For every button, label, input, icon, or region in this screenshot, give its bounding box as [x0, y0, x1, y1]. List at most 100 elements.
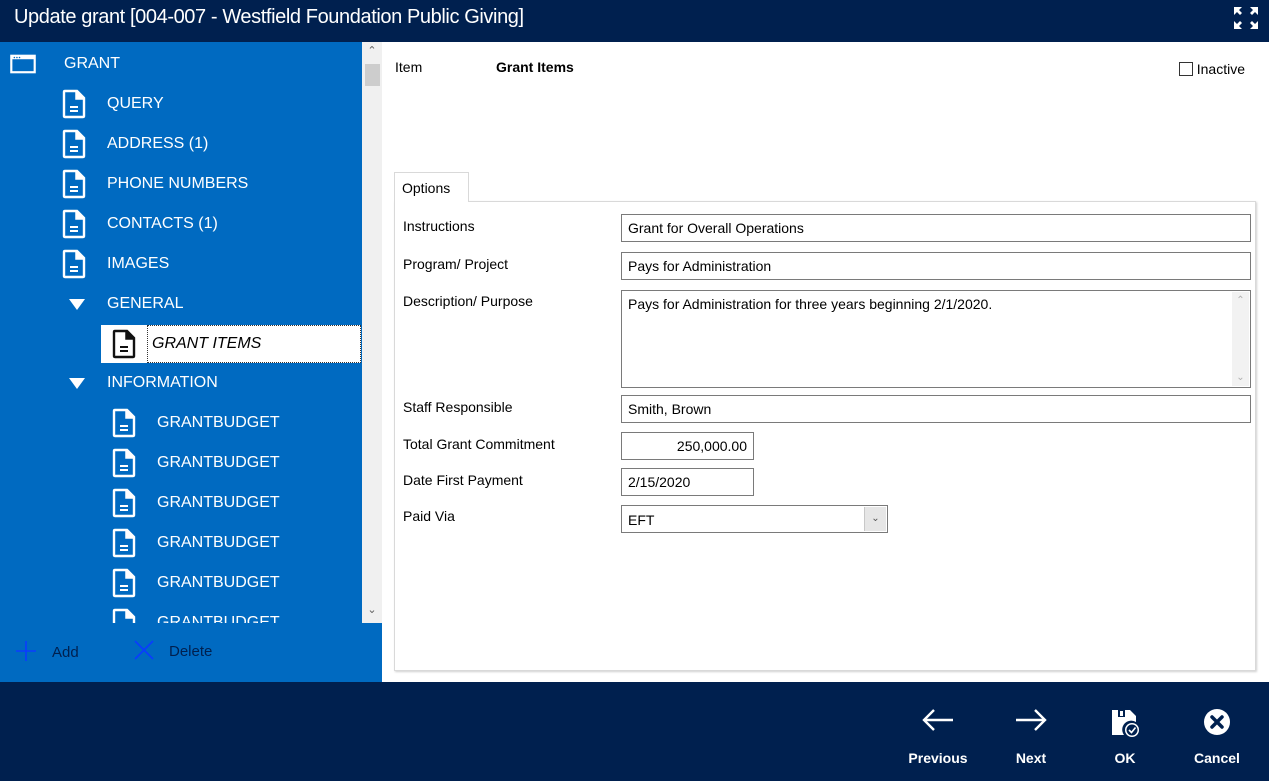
scroll-down-icon[interactable]: ⌄ — [1232, 372, 1249, 383]
item-value: Grant Items — [496, 59, 574, 75]
tree-item-label: ADDRESS (1) — [107, 135, 209, 152]
tree-item-label: GRANTBUDGET — [157, 614, 280, 623]
tree-item-grantbudget[interactable]: GRANTBUDGET — [111, 523, 280, 563]
tree-item-address[interactable]: ADDRESS (1) — [61, 124, 208, 164]
tree-item-query[interactable]: QUERY — [61, 84, 164, 124]
date-first-payment-label: Date First Payment — [403, 472, 523, 488]
maximize-icon[interactable] — [1233, 4, 1259, 32]
tree-item-label: GENERAL — [107, 295, 184, 312]
tree-item-label: GRANTBUDGET — [157, 414, 280, 431]
document-icon — [61, 209, 87, 239]
document-icon — [111, 608, 137, 623]
next-button[interactable]: Next — [996, 682, 1066, 781]
add-label: Add — [52, 644, 79, 661]
bottom-action-bar: Previous Next OK Cancel — [0, 682, 1269, 781]
cancel-circle-x-icon — [1182, 708, 1252, 738]
window-title: Update grant [004-007 - Westfield Founda… — [14, 6, 524, 28]
tree-item-images[interactable]: IMAGES — [61, 244, 169, 284]
tree-item-label: IMAGES — [107, 255, 170, 272]
staff-responsible-field[interactable]: Smith, Brown — [621, 395, 1251, 423]
previous-label: Previous — [908, 750, 968, 766]
document-icon — [61, 89, 87, 119]
date-first-payment-field[interactable]: 2/15/2020 — [621, 468, 754, 496]
document-icon — [111, 488, 137, 518]
tree-item-label: GRANTBUDGET — [157, 534, 280, 551]
document-icon — [61, 169, 87, 199]
program-project-field[interactable]: Pays for Administration — [621, 252, 1251, 280]
inactive-checkbox[interactable]: Inactive — [1178, 61, 1245, 77]
tree-item-label: GRANT — [64, 55, 120, 72]
scroll-up-icon[interactable]: ⌃ — [1232, 295, 1249, 306]
document-icon — [61, 129, 87, 159]
tree-item-label: INFORMATION — [107, 374, 218, 391]
paid-via-label: Paid Via — [403, 508, 455, 524]
tree-item-information[interactable]: INFORMATION — [61, 363, 218, 403]
scroll-down-icon[interactable]: ⌄ — [362, 603, 382, 621]
tree-item-label: GRANTBUDGET — [157, 494, 280, 511]
tree-item-phone-numbers[interactable]: PHONE NUMBERS — [61, 164, 248, 204]
staff-responsible-label: Staff Responsible — [403, 399, 513, 415]
chevron-down-icon[interactable]: ⌄ — [864, 507, 886, 531]
description-purpose-label: Description/ Purpose — [403, 293, 533, 309]
previous-button[interactable]: Previous — [898, 682, 978, 781]
cancel-label: Cancel — [1194, 750, 1240, 766]
options-tab-panel: Instructions Grant for Overall Operation… — [394, 201, 1256, 671]
textarea-scrollbar[interactable]: ⌃ ⌄ — [1232, 292, 1249, 386]
checkbox-box[interactable] — [1178, 62, 1193, 76]
expanded-triangle-icon[interactable] — [61, 368, 87, 398]
tree-actions: Add Delete — [0, 623, 382, 682]
tree-item-label: PHONE NUMBERS — [107, 175, 249, 192]
document-icon — [61, 249, 87, 279]
tree-item-grantbudget[interactable]: GRANTBUDGET — [111, 603, 280, 623]
tree-item-grantbudget[interactable]: GRANTBUDGET — [111, 403, 280, 443]
arrow-left-icon — [898, 708, 978, 738]
add-button[interactable]: Add — [14, 639, 79, 666]
tab-options[interactable]: Options — [394, 172, 469, 202]
save-check-icon — [1095, 708, 1155, 738]
document-icon — [111, 329, 137, 359]
delete-button[interactable]: Delete — [133, 639, 212, 664]
tree-item-label: QUERY — [107, 95, 164, 112]
instructions-label: Instructions — [403, 218, 475, 234]
delete-label: Delete — [169, 643, 213, 660]
item-label: Item — [395, 59, 423, 75]
close-x-icon — [133, 639, 155, 664]
tree-item-label: GRANTBUDGET — [157, 574, 280, 591]
paid-via-value: EFT — [628, 512, 655, 528]
inactive-label: Inactive — [1196, 61, 1245, 77]
navigation-panel: GRANT QUERY ADDRESS (1) PHONE NUMBERS CO… — [0, 42, 382, 682]
tree-item-grant[interactable]: GRANT — [10, 44, 120, 84]
tree-scrollbar[interactable]: ⌃ ⌄ — [362, 42, 382, 623]
total-grant-commitment-field[interactable]: 250,000.00 — [621, 432, 754, 460]
plus-icon — [14, 639, 38, 666]
description-purpose-textarea[interactable]: Pays for Administration for three years … — [621, 290, 1251, 388]
ok-label: OK — [1114, 750, 1136, 766]
tree-item-label: CONTACTS (1) — [107, 215, 218, 232]
cancel-button[interactable]: Cancel — [1182, 682, 1252, 781]
arrow-right-icon — [996, 708, 1066, 738]
tree-item-grantbudget[interactable]: GRANTBUDGET — [111, 443, 280, 483]
expanded-triangle-icon[interactable] — [61, 289, 87, 319]
scrollbar-thumb[interactable] — [365, 64, 380, 86]
title-bar: Update grant [004-007 - Westfield Founda… — [0, 0, 1269, 42]
tree-item-grant-items[interactable]: GRANT ITEMS — [101, 325, 361, 363]
description-purpose-value: Pays for Administration for three years … — [628, 296, 993, 312]
next-label: Next — [1015, 750, 1047, 766]
total-grant-commitment-label: Total Grant Commitment — [403, 436, 555, 452]
tree-item-general[interactable]: GENERAL — [61, 284, 183, 324]
window-icon — [10, 49, 36, 79]
scroll-up-icon[interactable]: ⌃ — [362, 44, 382, 62]
detail-panel: Item Grant Items Inactive Options Instru… — [382, 42, 1269, 682]
tree-item-label: GRANT ITEMS — [147, 325, 361, 363]
document-icon — [111, 448, 137, 478]
tree-item-label: GRANTBUDGET — [157, 454, 280, 471]
tree-item-contacts[interactable]: CONTACTS (1) — [61, 204, 218, 244]
ok-button[interactable]: OK — [1095, 682, 1155, 781]
tree-item-grantbudget[interactable]: GRANTBUDGET — [111, 483, 280, 523]
tree-item-grantbudget[interactable]: GRANTBUDGET — [111, 563, 280, 603]
document-icon — [111, 408, 137, 438]
instructions-field[interactable]: Grant for Overall Operations — [621, 214, 1251, 242]
paid-via-select[interactable]: EFT ⌄ — [621, 505, 888, 533]
document-icon — [111, 528, 137, 558]
program-project-label: Program/ Project — [403, 256, 509, 272]
